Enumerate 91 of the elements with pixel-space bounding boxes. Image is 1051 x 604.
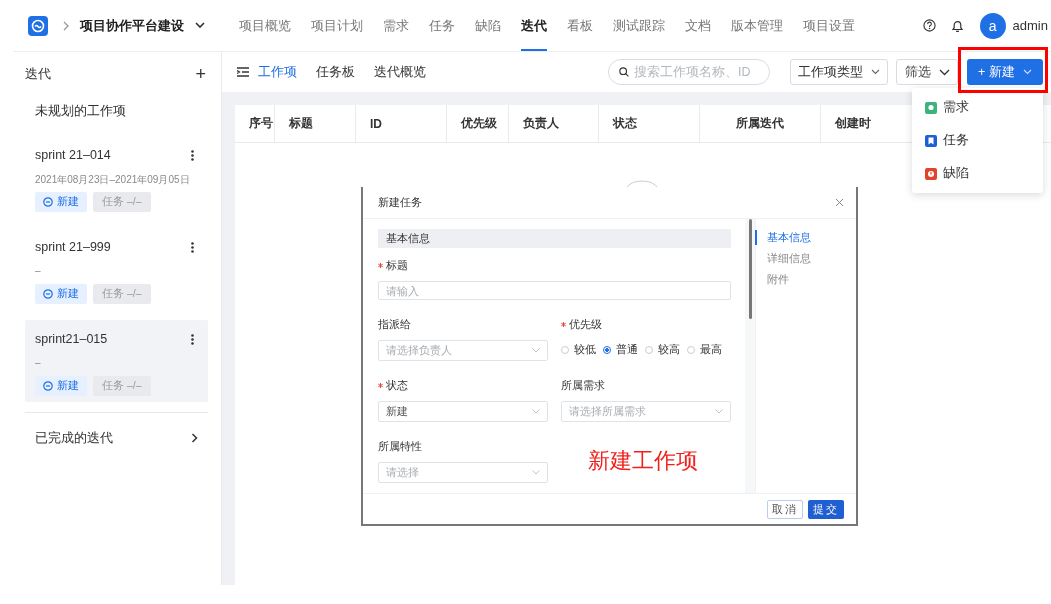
text-field[interactable]: 请输入	[378, 281, 731, 300]
nav-tab[interactable]: 测试跟踪	[613, 0, 665, 51]
nav-tab[interactable]: 迭代	[521, 0, 547, 51]
annotation-text: 新建工作项	[588, 447, 698, 475]
nav-tab[interactable]: 需求	[383, 0, 409, 51]
new-button[interactable]: + 新建	[967, 59, 1043, 85]
caret-down-icon	[715, 409, 723, 414]
sidebar-item[interactable]: 未规划的工作项	[25, 96, 208, 136]
caret-down-icon	[938, 68, 950, 76]
radio-option[interactable]: 较低	[561, 342, 596, 357]
menu-item[interactable]: 缺陷	[912, 157, 1043, 190]
field-label: 标题	[378, 258, 731, 273]
nav-tab[interactable]: 项目计划	[311, 0, 363, 51]
radio-option[interactable]: 最高	[687, 342, 722, 357]
caret-down-icon	[532, 409, 540, 414]
field-label: 优先级	[561, 317, 731, 332]
sprint-name: sprint 21–999	[35, 240, 111, 254]
anchor-link[interactable]: 基本信息	[755, 230, 856, 245]
caret-down-icon	[532, 348, 540, 353]
minus-circle-icon	[43, 381, 53, 391]
project-name[interactable]: 项目协作平台建设	[80, 16, 184, 35]
sprint-card[interactable]: sprint21–015 – 新建 任务 –/–	[25, 320, 208, 402]
user-name[interactable]: admin	[1012, 18, 1048, 33]
select-field[interactable]: 新建	[378, 401, 548, 422]
column-header: ID	[356, 105, 447, 142]
dialog-title: 新建任务	[378, 195, 422, 210]
sidebar-title: 迭代	[25, 65, 51, 83]
add-button[interactable]: +	[195, 63, 208, 85]
caret-down-icon	[532, 470, 540, 475]
bell-icon[interactable]	[950, 18, 964, 33]
radio-option[interactable]: 较高	[645, 342, 680, 357]
sprint-name: sprint21–015	[35, 332, 108, 346]
view-tab[interactable]: 迭代概览	[374, 63, 426, 81]
field-label: 所属需求	[561, 378, 606, 393]
required-asterisk-icon	[561, 322, 566, 327]
task-count-tag: 任务 –/–	[93, 376, 151, 396]
cancel-button[interactable]: 取消	[767, 499, 803, 519]
filter-dropdown[interactable]: 筛选	[896, 59, 958, 85]
status-tag: 新建	[35, 192, 87, 212]
help-icon[interactable]	[922, 19, 936, 32]
column-header: 标题	[275, 105, 356, 142]
work-item-type-dropdown[interactable]: 工作项类型	[790, 59, 888, 85]
nav-tab[interactable]: 版本管理	[731, 0, 783, 51]
column-header: 序号	[235, 105, 275, 142]
sprint-dates: –	[35, 357, 42, 369]
nav-tab[interactable]: 项目概览	[239, 0, 291, 51]
task-count-tag: 任务 –/–	[93, 284, 151, 304]
app-logo-icon[interactable]	[28, 15, 48, 36]
sprint-card[interactable]: sprint 21–999 – 新建 任务 –/–	[25, 228, 208, 310]
sprint-card[interactable]: sprint 21–014 2021年08月23日–2021年09月05日 新建 任务 –/–	[25, 136, 208, 218]
anchor-link[interactable]: 附件	[755, 272, 856, 287]
nav-tab[interactable]: 任务	[429, 0, 455, 51]
search-icon	[619, 66, 629, 78]
column-header: 状态	[599, 105, 700, 142]
field-label: 所属特性	[378, 439, 423, 454]
caret-down-icon	[1022, 69, 1032, 75]
view-tab[interactable]: 工作项	[258, 63, 297, 81]
nav-tab[interactable]: 缺陷	[475, 0, 501, 51]
column-header: 优先级	[447, 105, 509, 142]
required-asterisk-icon	[378, 383, 383, 388]
sprint-dates: –	[35, 265, 42, 277]
sprint-name: sprint 21–014	[35, 148, 111, 162]
completed-sprints-label: 已完成的迭代	[35, 429, 113, 447]
minus-circle-icon	[43, 197, 53, 207]
column-header: 所属迭代	[700, 105, 821, 142]
view-tab[interactable]: 任务板	[316, 63, 355, 81]
task-count-tag: 任务 –/–	[93, 192, 151, 212]
caret-down-icon[interactable]	[195, 22, 205, 29]
scrollbar-thumb[interactable]	[748, 219, 752, 319]
section-header: 基本信息	[378, 229, 731, 248]
list-icon[interactable]	[237, 67, 249, 77]
completed-sprints-item[interactable]: 已完成的迭代	[25, 412, 208, 463]
chevron-right-icon	[62, 20, 70, 31]
minus-circle-icon	[43, 289, 53, 299]
sprint-dates: 2021年08月23日–2021年09月05日	[35, 173, 191, 185]
user-avatar[interactable]: a	[979, 12, 1006, 39]
status-tag: 新建	[35, 376, 87, 396]
required-asterisk-icon	[378, 263, 383, 268]
status-tag: 新建	[35, 284, 87, 304]
close-icon[interactable]	[835, 196, 844, 209]
radio-option[interactable]: 普通	[603, 342, 638, 357]
nav-tab[interactable]: 看板	[567, 0, 593, 51]
empty-state-icon	[625, 180, 659, 188]
submit-button[interactable]: 提交	[808, 499, 844, 519]
caret-down-icon	[871, 69, 880, 75]
nav-tab[interactable]: 文档	[685, 0, 711, 51]
field-label: 状态	[378, 378, 548, 393]
nav-tab[interactable]: 项目设置	[803, 0, 855, 51]
anchor-link[interactable]: 详细信息	[755, 251, 856, 266]
field-label: 指派给	[378, 317, 412, 332]
column-header: 负责人	[509, 105, 599, 142]
